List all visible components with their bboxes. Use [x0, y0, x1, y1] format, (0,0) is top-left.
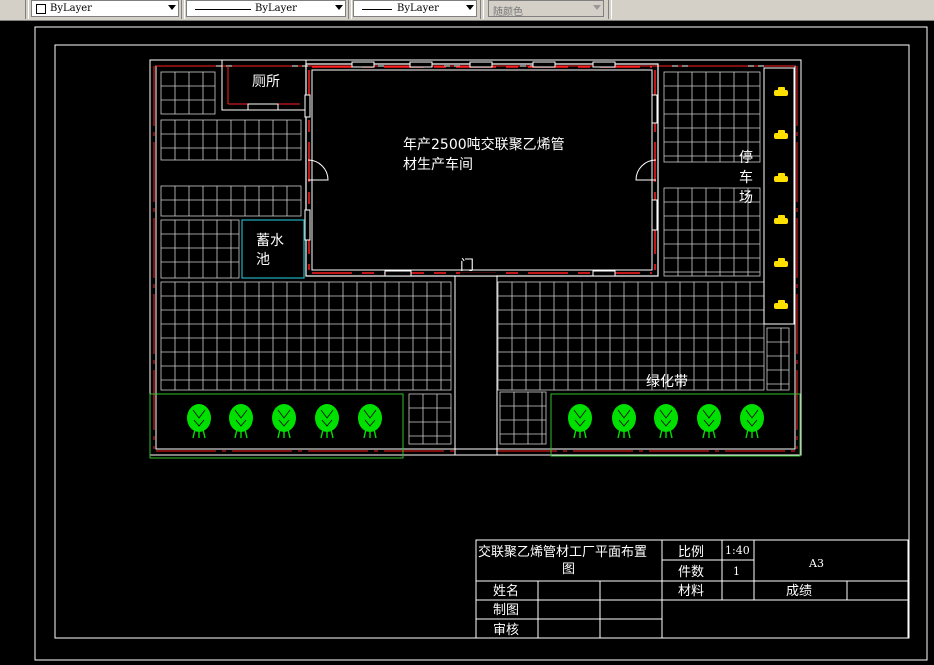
workshop-window: [304, 209, 311, 241]
workshop-side-door: [635, 159, 657, 181]
workshop-window: [651, 199, 658, 231]
site-boundary: [149, 59, 802, 456]
chevron-down-icon: [593, 5, 601, 10]
count-value: 1: [733, 565, 740, 578]
water-pool: [241, 219, 305, 279]
toolbar-separator: [25, 0, 29, 19]
tree-icon: [315, 404, 339, 439]
lineweight-combo[interactable]: ByLayer: [353, 0, 477, 17]
workshop-window: [469, 61, 493, 68]
site-boundary-inner: [155, 65, 796, 450]
scale-value: 1:40: [725, 544, 750, 557]
paving-grid: [663, 71, 761, 163]
material-label: 材料: [678, 584, 704, 599]
car-icon: [774, 300, 788, 309]
lineweight-preview-icon: [362, 9, 392, 10]
workshop-window: [592, 270, 616, 277]
toilet-label: 厕所: [252, 74, 280, 90]
car-icon: [774, 87, 788, 96]
tree-icon: [612, 404, 636, 439]
linetype-preview-icon: [195, 9, 251, 10]
chevron-down-icon[interactable]: [466, 5, 474, 10]
toolbar-separator: [608, 0, 612, 19]
paving-grid: [408, 393, 452, 445]
grade-label: 成绩: [786, 584, 812, 599]
gate-label: 门: [460, 258, 474, 274]
tree-icon: [740, 404, 764, 439]
parking-label-3: 场: [739, 190, 753, 206]
color-combo-value: ByLayer: [50, 3, 92, 14]
plotstyle-combo-value: 随颜色: [493, 7, 523, 18]
paving-grid: [497, 281, 765, 391]
paving-grid: [160, 219, 240, 279]
workshop-window: [592, 61, 616, 68]
tree-icon: [229, 404, 253, 439]
lineweight-combo-value: ByLayer: [397, 3, 439, 14]
workshop-label-line2: 材生产车间: [403, 156, 473, 173]
toilet-door: [247, 103, 279, 111]
green-belt-label: 绿化带: [646, 374, 688, 390]
paving-grid: [160, 71, 216, 115]
scale-label: 比例: [678, 545, 704, 560]
workshop-building: [305, 63, 659, 277]
site-plan: 厕所 年产2500吨交联聚乙烯管 材生产车间 门 蓄水 池 停 车 场 绿化带: [149, 59, 802, 459]
paving-grid: [160, 281, 452, 391]
tree-icon: [697, 404, 721, 439]
workshop-label-line1: 年产2500吨交联聚乙烯管: [403, 136, 565, 153]
car-icon: [774, 130, 788, 139]
toolbar-separator: [480, 0, 484, 19]
pool-label-line1: 蓄水: [256, 233, 284, 249]
drawing-title-line1: 交联聚乙烯管材工厂平面布置: [478, 544, 647, 560]
workshop-window: [304, 94, 311, 118]
drawing-canvas[interactable]: 厕所 年产2500吨交联聚乙烯管 材生产车间 门 蓄水 池 停 车 场 绿化带 …: [0, 20, 934, 665]
trees: [187, 404, 764, 439]
paper-outer-border: [34, 26, 928, 661]
pool-label-line2: 池: [256, 252, 270, 268]
workshop-window: [384, 270, 412, 277]
workshop-window: [409, 61, 433, 68]
drawing-title-line2: 图: [562, 562, 575, 577]
tree-icon: [187, 404, 211, 439]
parking-cars: [774, 87, 788, 309]
tree-icon: [568, 404, 592, 439]
workshop-side-door: [307, 159, 329, 181]
linetype-combo-value: ByLayer: [255, 3, 297, 14]
workshop-window: [351, 61, 375, 68]
car-icon: [774, 173, 788, 182]
paving-grid: [499, 391, 547, 445]
workshop-inner-wall: [311, 69, 653, 271]
drawn-by-label: 制图: [493, 603, 519, 618]
plotstyle-combo: 随颜色: [488, 0, 604, 18]
car-icon: [774, 215, 788, 224]
properties-toolbar: ByLayer ByLayer ByLayer 随颜色: [0, 0, 934, 21]
name-label: 姓名: [493, 583, 519, 599]
chevron-down-icon[interactable]: [168, 5, 176, 10]
toolbar-separator: [348, 0, 352, 19]
workshop-window: [532, 61, 556, 68]
tree-icon: [654, 404, 678, 439]
tree-icon: [358, 404, 382, 439]
chevron-down-icon[interactable]: [335, 5, 343, 10]
color-swatch-icon: [36, 4, 46, 14]
paper-size: A3: [808, 557, 824, 570]
count-label: 件数: [678, 565, 704, 580]
tree-icon: [272, 404, 296, 439]
linetype-combo[interactable]: ByLayer: [186, 0, 346, 17]
parking-label-1: 停: [739, 149, 753, 166]
color-combo[interactable]: ByLayer: [31, 0, 179, 17]
parking-label-2: 车: [739, 169, 753, 186]
workshop-window: [651, 94, 658, 124]
parking-lot: [763, 67, 795, 325]
reviewed-by-label: 审核: [493, 623, 519, 638]
car-icon: [774, 258, 788, 267]
paving-grid: [766, 327, 790, 391]
toolbar-separator: [181, 0, 185, 19]
